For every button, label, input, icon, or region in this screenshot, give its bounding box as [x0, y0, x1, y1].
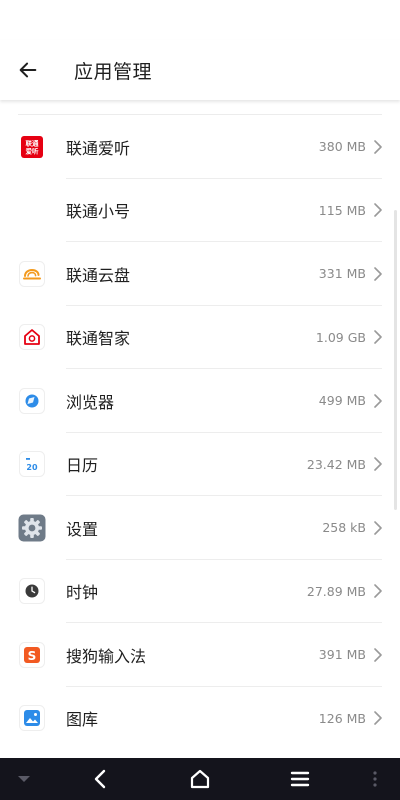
app-name: 联通小号 [66, 202, 131, 222]
list-item-browser[interactable]: 浏览器 499 MB [0, 369, 400, 433]
app-size: 391 MB [318, 647, 366, 663]
page-title: 应用管理 [74, 60, 153, 83]
svg-text:S: S [28, 649, 37, 663]
clock-icon [18, 577, 46, 605]
nav-home-button[interactable] [180, 758, 220, 800]
menu-icon [290, 771, 310, 787]
chevron-right-icon [372, 139, 384, 155]
list-item-unicom-cloud[interactable]: 联通云盘 331 MB [0, 242, 400, 306]
unicom-cloud-icon [18, 260, 46, 288]
unicom-smarthome-icon [18, 323, 46, 351]
app-header: 应用管理 [0, 40, 400, 100]
svg-text:联通: 联通 [26, 138, 40, 147]
app-size: 126 MB [318, 710, 366, 726]
status-bar [0, 0, 400, 40]
chevron-right-icon [372, 266, 384, 282]
app-list-container[interactable]: 联通 爱听 联通爱听 380 MB 联通小号 115 MB 联通云盘 331 M… [0, 100, 400, 758]
list-item-unicom-aiting[interactable]: 联通 爱听 联通爱听 380 MB [0, 115, 400, 179]
app-size: 258 kB [322, 520, 366, 536]
browser-icon [18, 387, 46, 415]
chevron-down-icon [18, 776, 30, 782]
nav-more-button[interactable] [360, 758, 390, 800]
nav-recents-button[interactable] [280, 758, 320, 800]
home-icon [190, 769, 210, 789]
unicom-aiting-icon: 联通 爱听 [18, 133, 46, 161]
app-name: 时钟 [66, 583, 99, 603]
app-size: 23.42 MB [306, 456, 366, 472]
nav-back-button[interactable] [80, 758, 120, 800]
chevron-right-icon [372, 583, 384, 599]
app-size: 115 MB [318, 202, 366, 218]
app-size: 27.89 MB [306, 583, 366, 599]
list-item-unicom-smarthome[interactable]: 联通智家 1.09 GB [0, 306, 400, 370]
app-name: 联通智家 [66, 329, 131, 349]
settings-gear-icon [18, 514, 46, 542]
gallery-icon [18, 704, 46, 732]
navigation-bar [0, 758, 400, 800]
more-vertical-icon [373, 771, 377, 787]
sogou-input-icon: S [18, 641, 46, 669]
app-name: 搜狗输入法 [66, 646, 147, 666]
back-chevron-icon [94, 769, 106, 789]
app-size: 1.09 GB [315, 329, 366, 345]
scrollbar[interactable] [394, 210, 397, 510]
app-name: 设置 [66, 519, 99, 539]
chevron-right-icon [372, 520, 384, 536]
app-name: 图库 [66, 710, 99, 730]
list-item-calendar[interactable]: 20 日历 23.42 MB [0, 433, 400, 497]
list-item-sogou-input[interactable]: S 搜狗输入法 391 MB [0, 623, 400, 687]
app-size: 331 MB [318, 266, 366, 282]
app-name: 联通云盘 [66, 265, 131, 285]
app-size: 380 MB [318, 139, 366, 155]
list-item-clock[interactable]: 时钟 27.89 MB [0, 560, 400, 624]
chevron-right-icon [372, 647, 384, 663]
app-size: 499 MB [318, 393, 366, 409]
app-list: 联通 爱听 联通爱听 380 MB 联通小号 115 MB 联通云盘 331 M… [0, 115, 400, 750]
chevron-right-icon [372, 329, 384, 345]
hide-nav-button[interactable] [6, 758, 42, 800]
app-name: 浏览器 [66, 392, 115, 412]
chevron-right-icon [372, 202, 384, 218]
svg-text:20: 20 [26, 463, 38, 472]
chevron-right-icon [372, 710, 384, 726]
back-arrow-icon [19, 62, 37, 78]
chevron-right-icon [372, 456, 384, 472]
app-name: 联通爱听 [66, 138, 131, 158]
chevron-right-icon [372, 393, 384, 409]
svg-text:爱听: 爱听 [26, 146, 40, 155]
app-name: 日历 [66, 456, 99, 476]
list-item-settings[interactable]: 设置 258 kB [0, 496, 400, 560]
list-item-unicom-xiaohao[interactable]: 联通小号 115 MB [0, 179, 400, 243]
list-item-gallery[interactable]: 图库 126 MB [0, 687, 400, 751]
back-button[interactable] [0, 40, 56, 100]
calendar-icon: 20 [18, 450, 46, 478]
